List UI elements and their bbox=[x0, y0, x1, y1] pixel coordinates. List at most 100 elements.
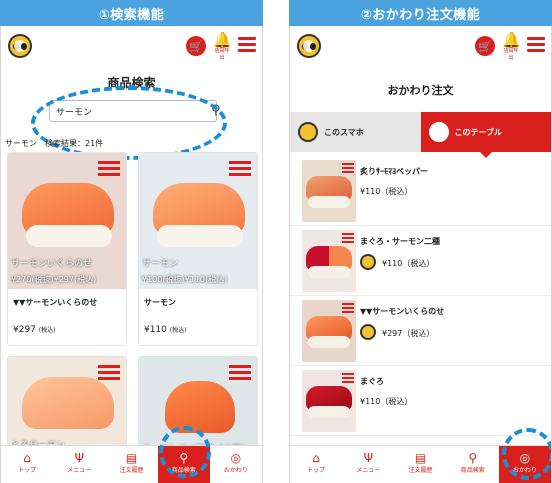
search-icon: ⚲ bbox=[468, 451, 478, 465]
cart-icon[interactable]: 🛒 bbox=[186, 36, 206, 56]
list-item[interactable]: ▼▼サーモンいくらのせ ¥297（税込） bbox=[290, 296, 551, 366]
nav-item-menu[interactable]: Ψ メニュー bbox=[342, 446, 394, 483]
product-card[interactable]: サーモン ¥100(税抜)¥110(税込) サーモン ¥110 (税込) bbox=[138, 152, 258, 346]
panda-icon bbox=[360, 324, 376, 340]
product-image: とろサーモン bbox=[8, 357, 126, 455]
product-overlay-name: サーモン bbox=[142, 259, 179, 269]
search-result-count: サーモン 検索結果：21件 bbox=[5, 139, 104, 148]
menu-utensils-icon: Ψ bbox=[74, 451, 85, 465]
nav-label: トップ bbox=[18, 467, 37, 474]
reorder-feature-panel: ②おかわり注文機能 🛒 🔔 店員呼出 おかわり注文 このスマホ このテーブル 炙… bbox=[289, 0, 552, 483]
history-icon: ▤ bbox=[414, 451, 427, 465]
staff-call-button[interactable]: 🔔 店員呼出 bbox=[213, 31, 232, 62]
page-title: おかわり注文 bbox=[387, 84, 454, 97]
product-image: サーモンいくらのせ ¥270(税抜)¥297(税込) bbox=[8, 153, 126, 289]
panel-banner: ②おかわり注文機能 bbox=[289, 0, 552, 26]
price-value: ¥297 bbox=[13, 325, 36, 335]
product-name: ▼▼サーモンいくらのせ bbox=[13, 298, 98, 307]
home-icon: ⌂ bbox=[312, 451, 320, 465]
phone-screen: 🛒 🔔 店員呼出 おかわり注文 このスマホ このテーブル 炙りｻｰﾓﾏﾖペッパー… bbox=[289, 26, 552, 483]
panda-icon bbox=[360, 254, 376, 270]
item-price: ¥297（税込） bbox=[382, 329, 435, 338]
nav-label: おかわり bbox=[223, 467, 248, 474]
list-item[interactable]: まぐろ・サーモン二種 ¥110（税込） bbox=[290, 226, 551, 296]
panel-banner: ①検索機能 bbox=[0, 0, 263, 26]
nav-item-top[interactable]: ⌂ トップ bbox=[290, 446, 342, 483]
menu-utensils-icon: Ψ bbox=[363, 451, 374, 465]
nav-item-reorder[interactable]: ◎ おかわり bbox=[210, 446, 262, 483]
plate-icon bbox=[428, 122, 449, 142]
staff-call-button[interactable]: 🔔 店員呼出 bbox=[502, 31, 521, 62]
tax-label: (税込) bbox=[38, 327, 56, 334]
nav-item-history[interactable]: ▤ 注文履歴 bbox=[394, 446, 446, 483]
sushi-image bbox=[22, 377, 114, 429]
list-item[interactable]: 炙りｻｰﾓﾏﾖペッパー ¥110（税込） bbox=[290, 156, 551, 226]
nav-item-top[interactable]: ⌂ トップ bbox=[1, 446, 53, 483]
stripe-decoration bbox=[342, 303, 354, 313]
product-name: サーモン bbox=[144, 298, 176, 307]
logo-panda-icon[interactable] bbox=[297, 34, 321, 58]
rice-image bbox=[308, 406, 350, 418]
reorder-icon: ◎ bbox=[230, 451, 242, 465]
tab-this-phone[interactable]: このスマホ bbox=[290, 112, 421, 152]
nav-highlight-circle bbox=[159, 426, 211, 478]
product-thumbnail bbox=[302, 230, 356, 292]
nav-highlight-circle bbox=[502, 428, 551, 480]
bell-icon: 🔔 bbox=[213, 31, 232, 49]
stripe-decoration bbox=[229, 365, 251, 383]
item-price: ¥110（税込） bbox=[382, 259, 435, 268]
stripe-decoration bbox=[98, 161, 120, 179]
panda-icon bbox=[298, 122, 318, 142]
bottom-nav: ⌂ トップ Ψ メニュー ▤ 注文履歴 ⚲ 商品検索 ◎ おかわり bbox=[1, 445, 262, 483]
rice-image bbox=[308, 336, 350, 348]
hamburger-menu-icon[interactable] bbox=[527, 37, 545, 53]
tab-label: このスマホ bbox=[324, 127, 364, 137]
top-bar: 🛒 🔔 店員呼出 bbox=[1, 26, 262, 66]
reorder-tabs: このスマホ このテーブル bbox=[290, 112, 551, 158]
product-price: ¥110 (税込) bbox=[139, 315, 257, 345]
product-thumbnail bbox=[302, 160, 356, 222]
rice-image bbox=[157, 225, 243, 247]
staff-call-label: 店員呼出 bbox=[214, 48, 230, 61]
product-card[interactable]: とろサーモン bbox=[7, 356, 127, 456]
nav-label: 注文履歴 bbox=[119, 467, 144, 474]
item-name: ▼▼サーモンいくらのせ bbox=[360, 307, 445, 316]
product-thumbnail bbox=[302, 370, 356, 432]
rice-image bbox=[26, 225, 112, 247]
stripe-decoration bbox=[342, 163, 354, 173]
product-overlay-price: ¥270(税抜)¥297(税込) bbox=[11, 275, 97, 284]
product-overlay-price: ¥100(税抜)¥110(税込) bbox=[142, 275, 228, 284]
bell-icon: 🔔 bbox=[502, 31, 521, 49]
product-card[interactable]: サーモンいくらのせ ¥270(税抜)¥297(税込) ▼▼サーモンいくらのせ ¥… bbox=[7, 152, 127, 346]
item-name: まぐろ・サーモン二種 bbox=[360, 237, 440, 246]
tab-this-table[interactable]: このテーブル bbox=[420, 112, 551, 158]
price-value: ¥110 bbox=[144, 325, 167, 335]
item-price: ¥110（税込） bbox=[360, 397, 413, 406]
tab-label: このテーブル bbox=[454, 127, 503, 137]
list-item[interactable]: まぐろ ¥110（税込） bbox=[290, 366, 551, 436]
history-icon: ▤ bbox=[125, 451, 138, 465]
nav-item-search[interactable]: ⚲ 商品検索 bbox=[447, 446, 499, 483]
tax-label: (税込) bbox=[169, 327, 187, 334]
nav-label: メニュー bbox=[67, 467, 92, 474]
rice-image bbox=[308, 266, 350, 278]
stripe-decoration bbox=[342, 233, 354, 243]
cart-icon[interactable]: 🛒 bbox=[475, 36, 495, 56]
home-icon: ⌂ bbox=[23, 451, 31, 465]
item-price: ¥110（税込） bbox=[360, 187, 413, 196]
nav-item-history[interactable]: ▤ 注文履歴 bbox=[105, 446, 157, 483]
hamburger-menu-icon[interactable] bbox=[238, 37, 256, 53]
product-price: ¥297 (税込) bbox=[8, 315, 126, 345]
staff-call-label: 店員呼出 bbox=[503, 48, 519, 61]
sushi-image bbox=[165, 381, 235, 433]
nav-label: 商品検索 bbox=[460, 467, 485, 474]
rice-image bbox=[308, 196, 350, 208]
nav-label: トップ bbox=[307, 467, 326, 474]
phone-screen: 🛒 🔔 店員呼出 商品検索 サーモン ⚲ サーモン 検索結果：21件 サーモンい… bbox=[0, 26, 263, 483]
nav-item-menu[interactable]: Ψ メニュー bbox=[53, 446, 105, 483]
stripe-decoration bbox=[342, 373, 354, 383]
comparison-figure: ①検索機能 🛒 🔔 店員呼出 商品検索 サーモン ⚲ サーモン 検索結果：21件 bbox=[0, 0, 552, 483]
logo-panda-icon[interactable] bbox=[8, 34, 32, 58]
item-name: 炙りｻｰﾓﾏﾖペッパー bbox=[360, 167, 428, 176]
nav-label: 注文履歴 bbox=[408, 467, 433, 474]
